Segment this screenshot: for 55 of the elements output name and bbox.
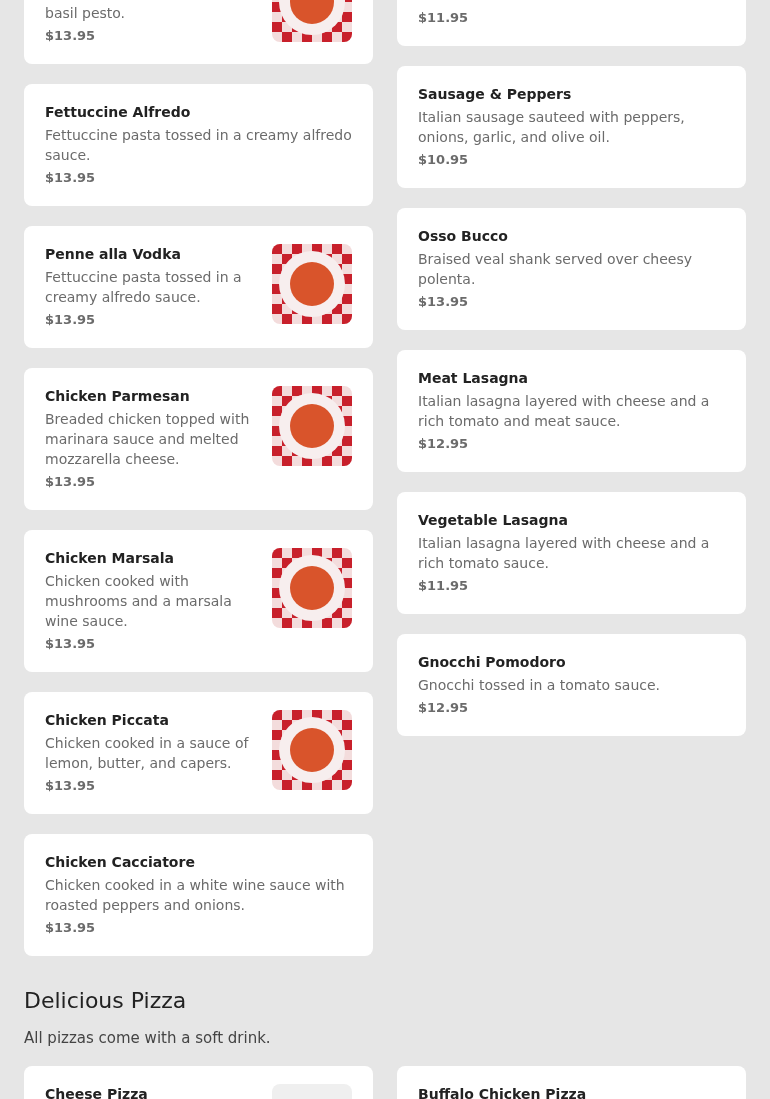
item-description: Italian lasagna layered with cheese and a rich tomato and meat sauce.	[418, 392, 711, 431]
item-name: Fettuccine Alfredo	[45, 103, 192, 122]
item-price: $11.95	[418, 9, 470, 27]
menu-item-card[interactable]: Chicken Cacciatore Chicken cooked in a white wine sauce with roasted peppers and onions. $13.95	[24, 834, 373, 956]
item-price: $10.95	[418, 151, 470, 169]
item-name: Chicken Cacciatore	[45, 853, 196, 872]
item-price: $13.95	[45, 473, 97, 491]
menu-item-card[interactable]: Chicken Parmesan Breaded chicken topped with marinara sauce and melted mozzarella cheese. $13.95	[24, 368, 373, 510]
item-name: Osso Bucco	[418, 227, 509, 246]
item-name: Vegetable Lasagna	[418, 511, 569, 530]
item-price: $12.95	[418, 699, 470, 717]
item-description: Chicken cooked in a white wine sauce with roasted peppers and onions.	[45, 876, 346, 915]
item-description: Breaded chicken topped with marinara sauce and melted mozzarella cheese.	[45, 410, 251, 469]
item-name: Meat Lasagna	[418, 369, 530, 388]
item-description: Chicken cooked with mushrooms and a marsala wine sauce.	[45, 572, 233, 631]
item-description: Chicken cooked in a sauce of lemon, butter, and capers.	[45, 734, 250, 773]
menu-item-card[interactable]: Osso Bucco Braised veal shank served over cheesy polenta. $13.95	[397, 208, 746, 330]
item-price: $13.95	[45, 169, 97, 187]
item-description: Italian lasagna layered with cheese and a rich tomato sauce.	[418, 534, 711, 573]
menu-item-card[interactable]: Penne alla Vodka Fettuccine pasta tossed in a creamy alfredo sauce. $13.95	[24, 226, 373, 348]
item-description: Gnocchi tossed in a tomato sauce.	[418, 676, 661, 695]
menu-item-card[interactable]: Gnocchi Pomodoro Gnocchi tossed in a tomato sauce. $12.95	[397, 634, 746, 736]
menu-item-card[interactable]: Sausage & Peppers Italian sausage sauteed with peppers, onions, garlic, and olive oil. $10.95	[397, 66, 746, 188]
item-name: Buffalo Chicken Pizza	[418, 1085, 588, 1099]
menu-item-card[interactable]: $11.95	[397, 0, 746, 46]
item-name: Cheese Pizza	[45, 1085, 149, 1099]
item-name: Chicken Marsala	[45, 549, 175, 568]
item-description: Braised veal shank served over cheesy polenta.	[418, 250, 693, 289]
item-price: $12.95	[418, 435, 470, 453]
menu-item-card[interactable]: Chicken Marsala Chicken cooked with mushrooms and a marsala wine sauce. $13.95	[24, 530, 373, 672]
item-price: $13.95	[45, 919, 97, 937]
item-description: Italian sausage sauteed with peppers, onions, garlic, and olive oil.	[418, 108, 686, 147]
item-name: Chicken Parmesan	[45, 387, 191, 406]
item-description: Fettuccine pasta tossed in a creamy alfredo sauce.	[45, 268, 243, 307]
menu-item-card[interactable]: Chicken Piccata Chicken cooked in a sauce of lemon, butter, and capers. $13.95	[24, 692, 373, 814]
menu-item-card[interactable]: Meat Lasagna Italian lasagna layered with cheese and a rich tomato and meat sauce. $12.95	[397, 350, 746, 472]
item-price: $13.95	[45, 635, 97, 653]
item-price: $13.95	[45, 27, 97, 45]
item-name: Penne alla Vodka	[45, 245, 182, 264]
menu-item-card[interactable]: Fettuccine Alfredo Fettuccine pasta tossed in a creamy alfredo sauce. $13.95	[24, 84, 373, 206]
item-description: Fettuccine pasta tossed in a creamy alfredo sauce.	[45, 126, 352, 165]
item-name: Chicken Piccata	[45, 711, 170, 730]
menu-item-card[interactable]: basil pesto. $13.95	[24, 0, 373, 64]
item-name: Gnocchi Pomodoro	[418, 653, 567, 672]
section-title: Delicious Pizza	[24, 987, 188, 1015]
item-price: $13.95	[45, 777, 97, 795]
item-description: basil pesto.	[45, 4, 127, 23]
menu-item-card[interactable]: Vegetable Lasagna Italian lasagna layered with cheese and a rich tomato sauce. $11.95	[397, 492, 746, 614]
item-name: Sausage & Peppers	[418, 85, 573, 104]
menu-item-card[interactable]: Cheese Pizza	[24, 1066, 373, 1099]
item-price: $11.95	[418, 577, 470, 595]
menu-item-card[interactable]: Buffalo Chicken Pizza	[397, 1066, 746, 1099]
item-price: $13.95	[45, 311, 97, 329]
item-price: $13.95	[418, 293, 470, 311]
section-subtitle: All pizzas come with a soft drink.	[24, 1028, 272, 1048]
